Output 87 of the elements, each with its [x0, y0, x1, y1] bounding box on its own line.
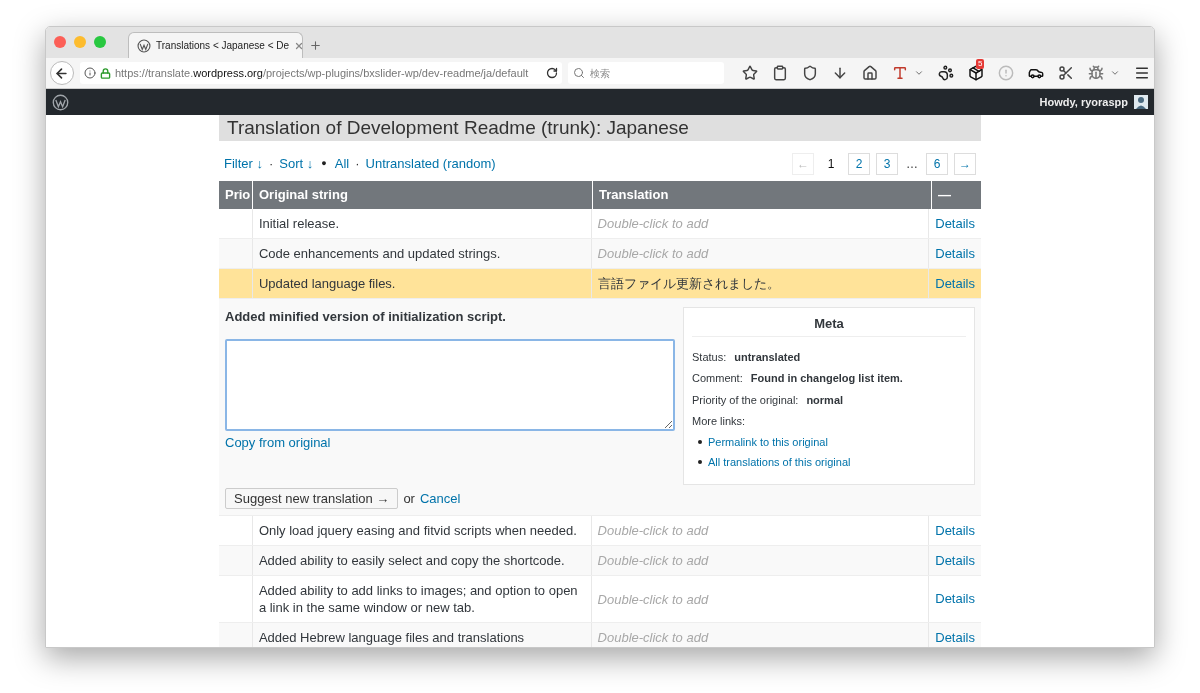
- caret-icon[interactable]: [914, 68, 924, 78]
- page-link[interactable]: 6: [926, 153, 948, 175]
- download-icon[interactable]: [832, 65, 848, 81]
- url-text: https://translate.wordpress.org/projects/wp-plugins/bxslider-wp/dev-readme/ja/default: [114, 65, 529, 81]
- meta-title: Meta: [692, 314, 966, 337]
- menu-icon[interactable]: [1134, 65, 1150, 81]
- filter-link[interactable]: Untranslated (random): [365, 154, 496, 174]
- page-link[interactable]: 1: [820, 153, 842, 175]
- notification-badge: 5: [976, 59, 985, 69]
- details-link[interactable]: Details: [935, 213, 975, 234]
- home-icon[interactable]: [862, 65, 878, 81]
- reload-icon[interactable]: [546, 67, 559, 79]
- page-title: Translation of Development Readme (trunk): Japanese: [227, 117, 689, 139]
- column-header: Translation: [599, 186, 669, 205]
- original-string: Added ability to easily select and copy the shortcode.: [258, 553, 565, 568]
- copy-from-original-link[interactable]: Copy from original: [225, 432, 331, 452]
- caret-icon[interactable]: [1110, 68, 1120, 78]
- package-icon[interactable]: [968, 65, 984, 81]
- filter-link[interactable]: All: [334, 154, 350, 174]
- url-bar[interactable]: https://translate.wordpress.org/projects/wp-plugins/bxslider-wp/dev-readme/ja/default: [79, 62, 563, 84]
- type-icon[interactable]: [892, 65, 908, 81]
- info-icon[interactable]: [83, 67, 96, 79]
- logo-icon[interactable]: [52, 93, 69, 111]
- clipboard-icon[interactable]: [772, 65, 788, 81]
- details-link[interactable]: Details: [935, 273, 975, 294]
- separator: ·: [355, 155, 360, 174]
- bullet-separator: ●: [321, 157, 327, 171]
- meta-value: Found in changelog list item.: [750, 371, 903, 386]
- close-icon[interactable]: [294, 40, 305, 51]
- details-link[interactable]: Details: [935, 520, 975, 541]
- meta-label: Priority of the original:: [692, 392, 799, 408]
- greeting-text[interactable]: Howdy, ryoraspp: [1039, 93, 1128, 111]
- pagination-gap: …: [905, 156, 919, 173]
- page-link[interactable]: 2: [848, 153, 870, 175]
- meta-label: Comment:: [692, 371, 743, 386]
- search-icon: [573, 67, 586, 79]
- tab-title: Translations < Japanese < De: [156, 39, 290, 53]
- page-link[interactable]: 3: [876, 153, 898, 175]
- table-row[interactable]: Code enhancements and updated strings. Double-click to add Details: [219, 239, 981, 269]
- original-string: Only load jquery easing and fitvid scripts when needed.: [258, 523, 577, 538]
- meta-link[interactable]: All translations of this original: [708, 454, 851, 471]
- bug-icon[interactable]: [1088, 65, 1104, 81]
- table-row[interactable]: Updated language files. 言語ファイル更新されました。 Details: [219, 269, 981, 299]
- search-field[interactable]: 検索: [568, 62, 724, 84]
- details-link[interactable]: Details: [935, 550, 975, 571]
- table-row[interactable]: Added Hebrew language files and translations Double-click to add Details: [219, 623, 981, 647]
- lock-icon: [99, 67, 111, 79]
- new-tab-icon[interactable]: [309, 39, 322, 52]
- suggest-translation-button[interactable]: Suggest new translation →: [225, 488, 399, 509]
- details-link[interactable]: Details: [935, 243, 975, 264]
- translation-text[interactable]: 言語ファイル更新されました。: [597, 275, 780, 292]
- column-header: —: [938, 186, 951, 205]
- shield-icon[interactable]: [802, 65, 818, 81]
- star-icon[interactable]: [742, 65, 758, 81]
- filter-link[interactable]: Filter ↓: [224, 154, 263, 174]
- bullet-icon: [698, 439, 702, 444]
- original-string: Initial release.: [258, 216, 340, 231]
- table-row[interactable]: Added ability to add links to images; and option to open a link in the same window or new tab. Double-click to add Details: [219, 576, 981, 623]
- column-header: Original string: [259, 186, 348, 205]
- logo-icon[interactable]: [137, 38, 151, 53]
- search-input[interactable]: 検索: [590, 65, 711, 81]
- cancel-link[interactable]: Cancel: [419, 488, 461, 509]
- original-string: Added Hebrew language files and translations: [258, 630, 525, 645]
- separator: ·: [269, 155, 274, 174]
- browser-tab[interactable]: Translations < Japanese < De: [128, 32, 303, 58]
- table-row[interactable]: Initial release. Double-click to add Details: [219, 209, 981, 239]
- scissors-icon[interactable]: [1058, 65, 1074, 81]
- table-row[interactable]: Added ability to easily select and copy the shortcode. Double-click to add Details: [219, 546, 981, 576]
- details-link[interactable]: Details: [935, 589, 975, 609]
- back-button[interactable]: [50, 61, 74, 85]
- avatar[interactable]: [1134, 95, 1148, 109]
- or-text: or: [403, 489, 415, 508]
- more-links-label: More links:: [692, 414, 747, 429]
- column-header: Prio: [225, 186, 251, 205]
- meta-link[interactable]: Permalink to this original: [708, 433, 828, 450]
- table-row[interactable]: Only load jquery easing and fitvid scripts when needed. Double-click to add Details: [219, 516, 981, 546]
- details-link[interactable]: Details: [935, 627, 975, 647]
- paw-icon[interactable]: [938, 65, 954, 81]
- meta-label: Status:: [692, 349, 727, 365]
- original-string: Code enhancements and updated strings.: [258, 246, 501, 261]
- original-string: Added ability to add links to images; and option to open a link in the same window or new tab.: [258, 583, 578, 615]
- meta-value: untranslated: [734, 349, 801, 365]
- original-string: Added minified version of initialization script.: [225, 308, 507, 326]
- original-string: Updated language files.: [258, 276, 396, 291]
- filter-link[interactable]: Sort ↓: [279, 154, 314, 174]
- meta-value: normal: [806, 392, 844, 408]
- bullet-icon: [698, 460, 702, 465]
